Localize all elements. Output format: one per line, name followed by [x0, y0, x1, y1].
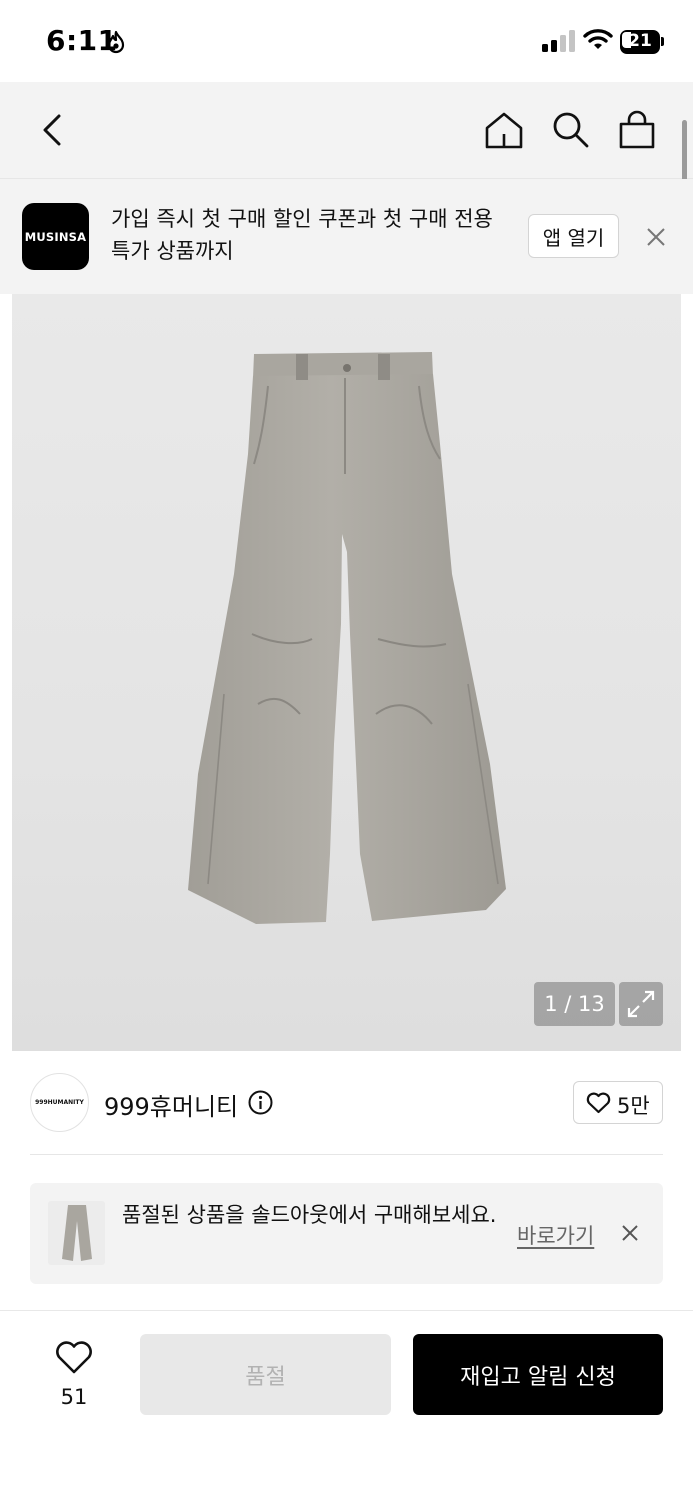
expand-icon	[627, 990, 655, 1018]
soldout-button: 품절	[140, 1334, 391, 1415]
open-app-button[interactable]: 앱 열기	[528, 214, 619, 258]
status-bar: 6:11 21	[0, 0, 693, 82]
signal-icon	[542, 30, 575, 52]
go-to-soldout-link[interactable]: 바로가기	[517, 1220, 594, 1250]
product-image[interactable]: 1 / 13	[12, 294, 681, 1051]
notice-text: 품절된 상품을 솔드아웃에서 구매해보세요.	[122, 1203, 497, 1227]
battery-level: 21	[628, 31, 652, 51]
product-like-count: 51	[60, 1385, 88, 1409]
brand-logo[interactable]: 999HUMANITY	[30, 1073, 89, 1132]
back-icon[interactable]	[33, 110, 73, 150]
heart-icon	[586, 1092, 611, 1114]
scrollbar-thumb[interactable]	[682, 120, 687, 188]
search-icon[interactable]	[550, 110, 590, 150]
expand-image-button[interactable]	[619, 982, 663, 1026]
home-icon[interactable]	[484, 110, 524, 150]
product-photo-pants	[188, 352, 506, 924]
close-icon[interactable]	[644, 225, 668, 249]
app-install-banner: MUSINSA 가입 즉시 첫 구매 할인 쿠폰과 첫 구매 전용 특가 상품까…	[0, 179, 693, 294]
restock-alert-button[interactable]: 재입고 알림 신청	[413, 1334, 663, 1415]
divider	[30, 1154, 663, 1155]
bottom-action-bar: 51 품절 재입고 알림 신청	[0, 1310, 693, 1500]
brand-row: 999HUMANITY 999휴머니티 5만	[0, 1051, 693, 1155]
battery-icon: 21	[620, 30, 664, 54]
wifi-icon	[583, 29, 613, 49]
image-counter: 1 / 13	[534, 982, 615, 1026]
heart-icon	[56, 1341, 92, 1374]
banner-message: 가입 즉시 첫 구매 할인 쿠폰과 첫 구매 전용 특가 상품까지	[111, 207, 493, 263]
close-icon[interactable]	[620, 1223, 640, 1243]
brand-name[interactable]: 999휴머니티	[104, 1087, 238, 1122]
soldout-notice: 품절된 상품을 솔드아웃에서 구매해보세요. 바로가기	[30, 1183, 663, 1284]
flame-icon	[107, 30, 125, 54]
nav-header	[0, 82, 693, 179]
shopping-bag-icon[interactable]	[617, 110, 657, 150]
product-like-button[interactable]: 51	[46, 1335, 102, 1415]
brand-like-count: 5만	[617, 1094, 650, 1118]
info-icon[interactable]	[248, 1090, 273, 1115]
brand-like-button[interactable]: 5만	[573, 1081, 663, 1124]
notice-thumbnail	[48, 1201, 105, 1265]
musinsa-logo: MUSINSA	[22, 203, 89, 270]
